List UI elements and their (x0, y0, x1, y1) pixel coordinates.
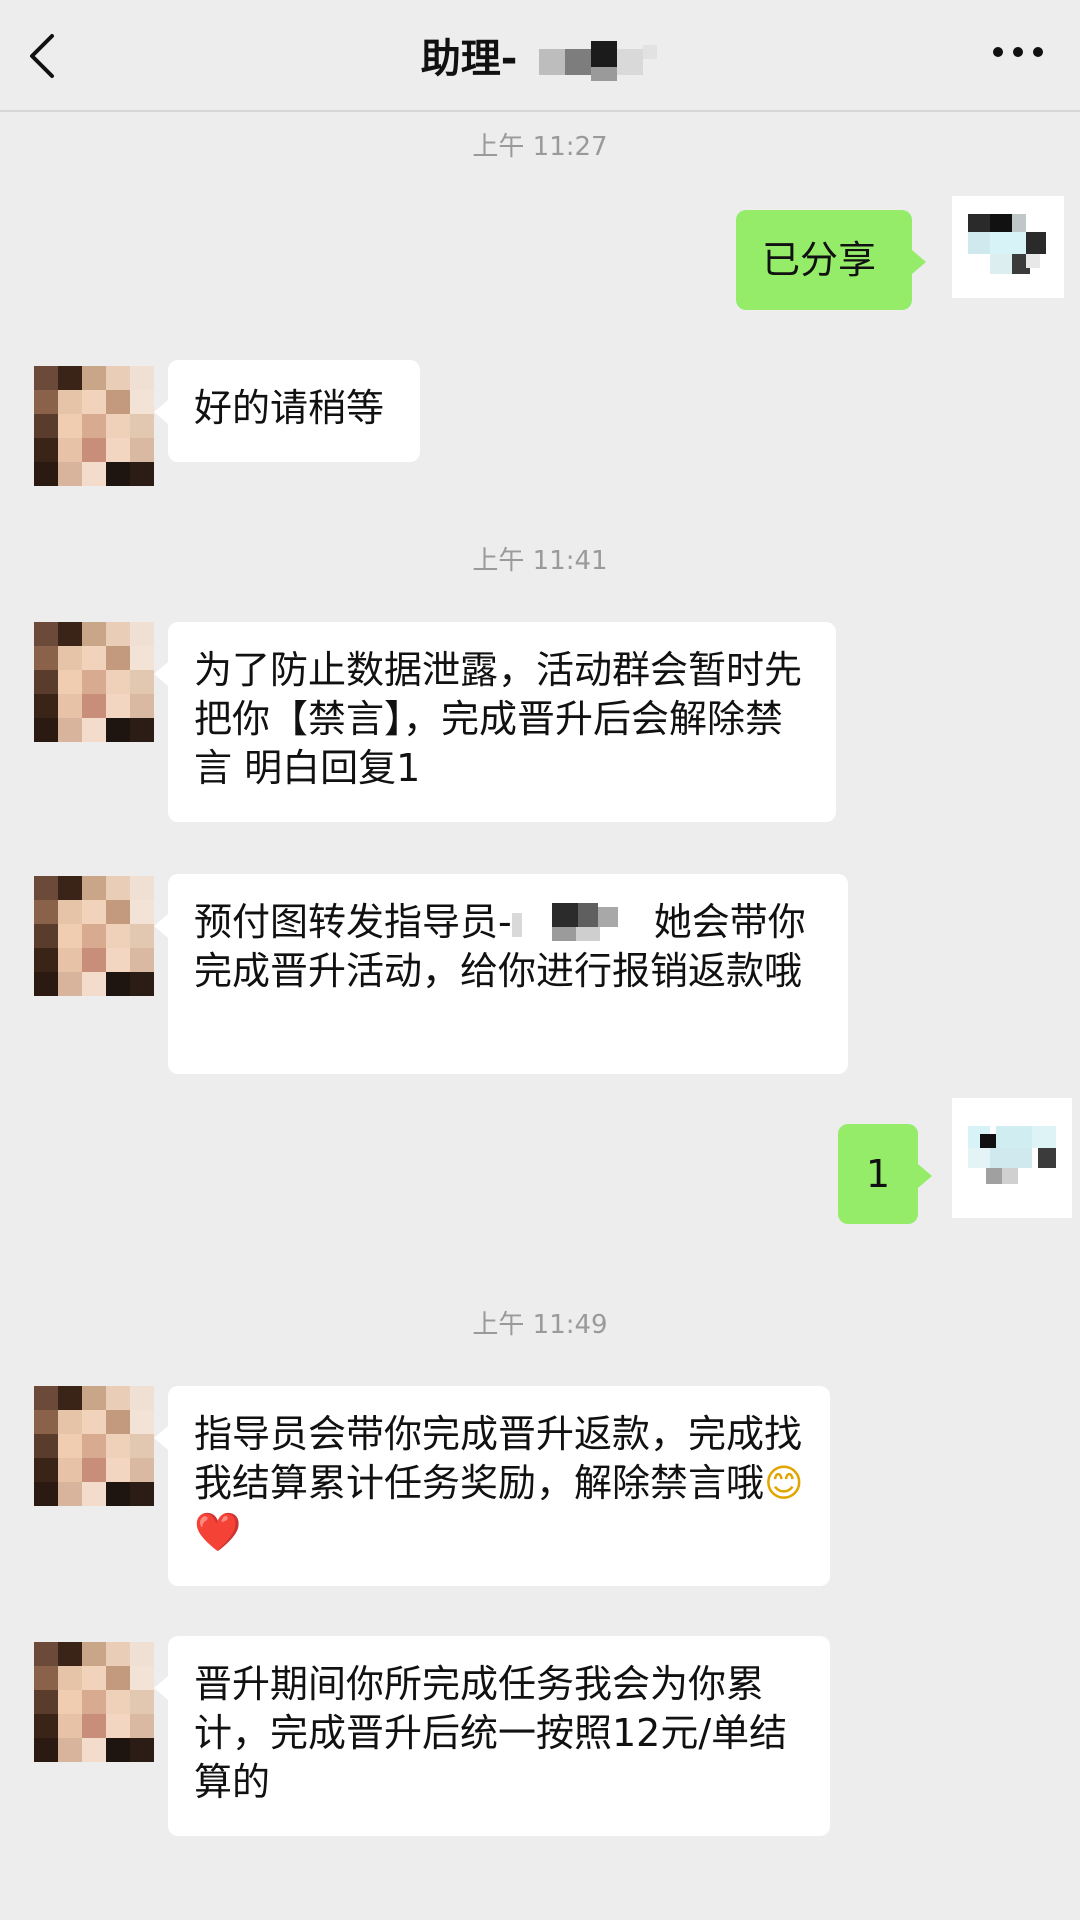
message-bubble-incoming[interactable]: 预付图转发指导员- 她会带你完成晋升活动，给你进行报销返款哦 (154, 874, 848, 1074)
my-avatar[interactable] (952, 1098, 1072, 1218)
message-bubble-incoming[interactable]: 指导员会带你完成晋升返款，完成找我结算累计任务奖励，解除禁言哦😊 ❤️ (154, 1386, 830, 1586)
contact-avatar-image (34, 1642, 154, 1762)
chat-title-wrap: 助理- (0, 26, 1080, 82)
message-timestamp: 上午 11:27 (472, 132, 608, 162)
chat-title: 助理- (420, 36, 518, 82)
contact-avatar-image (34, 1386, 154, 1506)
heart-emoji: ❤️ (194, 1510, 242, 1554)
my-avatar[interactable] (952, 196, 1064, 298)
title-mosaic (539, 41, 658, 81)
contact-avatar-image (34, 366, 154, 486)
contact-avatar[interactable] (34, 876, 154, 996)
contact-avatar[interactable] (34, 622, 154, 742)
smile-emoji: 😊 (764, 1461, 804, 1505)
message-bubble-incoming[interactable]: 为了防止数据泄露，活动群会暂时先把你【禁言】，完成晋升后会解除禁言 明白回复1 (154, 622, 836, 822)
contact-avatar-image (34, 622, 154, 742)
contact-avatar[interactable] (34, 366, 154, 486)
message-bubble-outgoing[interactable]: 1 (838, 1124, 932, 1224)
message-bubble-incoming[interactable]: 好的请稍等 (154, 360, 420, 462)
name-mosaic (511, 902, 618, 941)
contact-avatar[interactable] (34, 1642, 154, 1762)
message-timestamp: 上午 11:41 (472, 546, 608, 576)
message-bubble-outgoing[interactable]: 已分享 (736, 210, 926, 310)
more-dots-icon[interactable] (990, 40, 1046, 64)
contact-avatar-image (34, 876, 154, 996)
message-text: 指导员会带你完成晋升返款，完成找我结算累计任务奖励，解除禁言哦 (194, 1412, 803, 1505)
chat-header: 助理- (0, 0, 1080, 112)
message-timestamp: 上午 11:49 (472, 1310, 608, 1340)
contact-avatar[interactable] (34, 1386, 154, 1506)
message-bubble-incoming[interactable]: 晋升期间你所完成任务我会为你累计，完成晋升后统一按照12元/单结算的 (154, 1636, 830, 1836)
message-text-before: 预付图转发指导员- (194, 900, 512, 944)
